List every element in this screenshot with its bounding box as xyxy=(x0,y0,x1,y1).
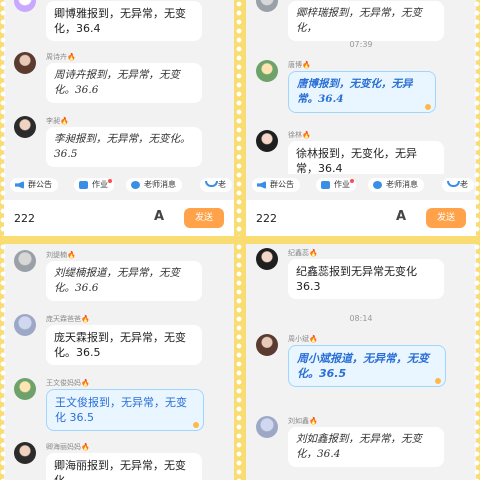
message-bubble[interactable]: 卿海丽报到，无异常，无变化， xyxy=(46,453,202,480)
sender-name: 纪鑫蕊🔥 xyxy=(288,249,318,257)
message-bubble[interactable]: 唐博报到，无变化，无异常。36.4 xyxy=(288,71,436,113)
sender-name: 庞天霖爸爸🔥 xyxy=(46,315,90,323)
avatar[interactable] xyxy=(256,334,278,356)
message-bubble[interactable]: 周诗卉报到，无异常，无变化。36.6 xyxy=(46,63,202,103)
message-text: 周诗卉报到，无异常，无变化。36.6 xyxy=(54,69,180,96)
message-bubble[interactable]: 李昶报到，无异常，无变化。36.5 xyxy=(46,127,202,167)
fire-icon: 🔥 xyxy=(309,417,318,425)
sender-name: 刘缇楠🔥 xyxy=(46,251,76,259)
smile-icon xyxy=(205,181,218,187)
send-button[interactable]: 发送 xyxy=(184,208,224,228)
message-input[interactable]: 222 xyxy=(256,212,277,225)
sender-name: 周小斌🔥 xyxy=(288,335,318,343)
teacher-message-button[interactable]: 老师消息 xyxy=(126,178,182,192)
message-text: 卿梓瑞报到，无异常，无变化， xyxy=(296,7,422,34)
send-button[interactable]: 发送 xyxy=(426,208,466,228)
teacher-message-button[interactable]: 老师消息 xyxy=(368,178,424,192)
group-notice-button[interactable]: 群公告 xyxy=(10,178,58,192)
message-bubble[interactable]: 纪鑫蕊报到无异常无变化36.3 xyxy=(288,259,444,299)
message-bubble[interactable]: 刘缇楠报道，无异常，无变化。36.6 xyxy=(46,261,202,301)
sender-name: 徐林🔥 xyxy=(288,131,311,139)
message-text: 卿海丽报到，无异常，无变化， xyxy=(54,459,186,480)
message-text: 刘如鑫报到，无异常，无变化，36.4 xyxy=(296,433,422,460)
message-text: 王文俊报到，无异常，无变化 36.5 xyxy=(55,396,187,424)
message-text: 庞天霖报到，无异常，无变化。36.5 xyxy=(54,331,186,359)
avatar[interactable] xyxy=(14,378,36,400)
chat-panel-bottom-right: 纪鑫蕊🔥 纪鑫蕊报到无异常无变化36.3 08:14 周小斌🔥 周小斌报道，无异… xyxy=(246,244,476,480)
more-button[interactable]: 老 xyxy=(200,178,232,192)
timestamp: 07:39 xyxy=(349,40,373,49)
smile-icon xyxy=(447,181,460,187)
fire-icon: 🔥 xyxy=(81,379,90,387)
fire-icon: 🔥 xyxy=(60,117,69,125)
avatar[interactable] xyxy=(14,52,36,74)
fire-icon: 🔥 xyxy=(309,249,318,257)
fire-icon: 🔥 xyxy=(81,315,90,323)
message-bubble[interactable]: 王文俊报到，无异常，无变化 36.5 xyxy=(46,389,204,431)
avatar[interactable] xyxy=(14,314,36,336)
timestamp: 08:14 xyxy=(349,314,373,323)
chat-panel-bottom-left: 刘缇楠🔥 刘缇楠报道，无异常，无变化。36.6 庞天霖爸爸🔥 庞天霖报到，无异常… xyxy=(4,244,234,480)
fire-icon: 🔥 xyxy=(302,131,311,139)
avatar[interactable] xyxy=(14,250,36,272)
message-bubble[interactable]: 卿梓瑞报到，无异常，无变化， xyxy=(288,1,444,41)
font-style-icon[interactable]: A xyxy=(154,209,174,227)
message-input-bar: 222 A 发送 xyxy=(4,200,234,236)
unread-dot xyxy=(108,179,112,183)
chat-icon xyxy=(131,181,140,189)
avatar[interactable] xyxy=(14,442,36,464)
document-icon xyxy=(79,181,88,189)
sticker-icon xyxy=(435,378,441,384)
font-style-icon[interactable]: A xyxy=(396,209,416,227)
panel-divider xyxy=(0,236,480,244)
avatar[interactable] xyxy=(256,60,278,82)
message-input-bar: 222 A 发送 xyxy=(246,200,476,236)
sender-name: 唐博🔥 xyxy=(288,61,311,69)
fire-icon: 🔥 xyxy=(67,53,76,61)
message-bubble[interactable]: 卿博雅报到，无异常，无变化，36.4 xyxy=(46,1,202,41)
chat-panel-top-right: 卿梓瑞报到，无异常，无变化， 07:39 唐博🔥 唐博报到，无变化，无异常。36… xyxy=(246,0,476,236)
speaker-icon xyxy=(15,181,24,189)
fire-icon: 🔥 xyxy=(309,335,318,343)
message-bubble[interactable]: 周小斌报道，无异常，无变化。36.5 xyxy=(288,345,446,387)
avatar[interactable] xyxy=(14,116,36,138)
more-button[interactable]: 老 xyxy=(442,178,474,192)
sticker-icon xyxy=(425,104,431,110)
quick-toolbar: 群公告 作业 老师消息 老 xyxy=(4,174,234,196)
chat-panel-top-left: 卿博雅报到，无异常，无变化，36.4 周诗卉🔥 周诗卉报到，无异常，无变化。36… xyxy=(4,0,234,236)
sender-name: 王文俊妈妈🔥 xyxy=(46,379,90,387)
avatar[interactable] xyxy=(14,0,36,12)
avatar[interactable] xyxy=(256,416,278,438)
avatar[interactable] xyxy=(256,0,278,12)
message-bubble[interactable]: 刘如鑫报到，无异常，无变化，36.4 xyxy=(288,427,444,467)
message-text: 徐林报到，无变化，无异常，36.4 xyxy=(296,147,417,175)
sticker-icon xyxy=(193,422,199,428)
homework-button[interactable]: 作业 xyxy=(74,178,114,192)
message-bubble[interactable]: 庞天霖报到，无异常，无变化。36.5 xyxy=(46,325,202,365)
message-text: 周小斌报道，无异常，无变化。36.5 xyxy=(297,352,429,380)
chat-icon xyxy=(373,181,382,189)
fire-icon: 🔥 xyxy=(67,251,76,259)
message-text: 唐博报到，无变化，无异常。36.4 xyxy=(297,78,413,105)
message-text: 刘缇楠报道，无异常，无变化。36.6 xyxy=(54,267,180,294)
sender-name: 刘如鑫🔥 xyxy=(288,417,318,425)
sender-name: 李昶🔥 xyxy=(46,117,69,125)
sender-name: 周诗卉🔥 xyxy=(46,53,76,61)
document-icon xyxy=(321,181,330,189)
avatar[interactable] xyxy=(256,130,278,152)
message-text: 纪鑫蕊报到无异常无变化36.3 xyxy=(296,265,417,293)
group-notice-button[interactable]: 群公告 xyxy=(252,178,300,192)
sender-name: 卿海丽妈妈🔥 xyxy=(46,443,90,451)
unread-dot xyxy=(350,179,354,183)
fire-icon: 🔥 xyxy=(81,443,90,451)
message-input[interactable]: 222 xyxy=(14,212,35,225)
fire-icon: 🔥 xyxy=(302,61,311,69)
homework-button[interactable]: 作业 xyxy=(316,178,356,192)
quick-toolbar: 群公告 作业 老师消息 老 xyxy=(246,174,476,196)
message-text: 李昶报到，无异常，无变化。36.5 xyxy=(54,133,191,160)
message-text: 卿博雅报到，无异常，无变化，36.4 xyxy=(54,7,186,35)
avatar[interactable] xyxy=(256,248,278,270)
speaker-icon xyxy=(257,181,266,189)
